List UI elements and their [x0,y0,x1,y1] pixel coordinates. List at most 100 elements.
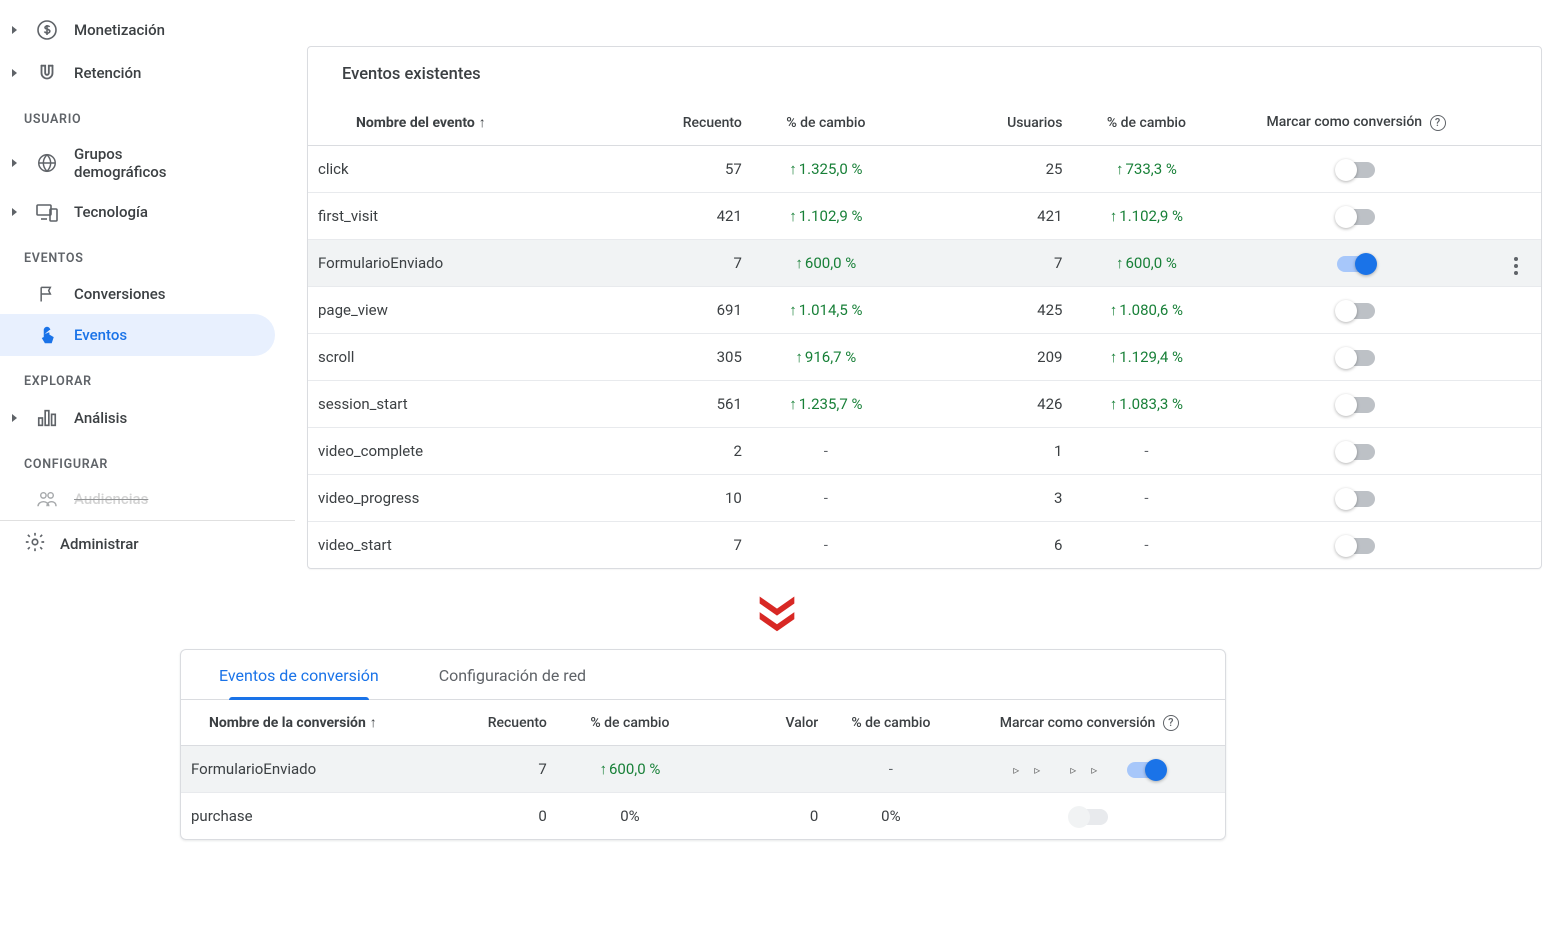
sidebar-item-label: Retención [74,64,141,82]
events-title: Eventos existentes [308,47,1541,100]
chevron-right-icon [10,207,20,217]
conversion-toggle[interactable] [1337,538,1375,554]
table-row[interactable]: FormularioEnviado 7 600,0 % 7 600,0 % [308,240,1541,287]
conversion-toggle[interactable] [1337,397,1375,413]
more-icon[interactable] [1514,264,1518,268]
col-conv-value[interactable]: Valor [703,700,828,746]
no-change: - [824,489,828,507]
col-count[interactable]: Recuento [653,100,752,146]
table-row[interactable]: video_complete 2 - 1 - [308,428,1541,475]
table-row[interactable]: session_start 561 1.235,7 % 426 1.083,3 … [308,381,1541,428]
change-flat: 0% [881,807,900,825]
no-change: - [824,536,828,554]
conversion-toggle[interactable] [1337,350,1375,366]
conversion-toggle[interactable] [1337,162,1375,178]
table-row[interactable]: page_view 691 1.014,5 % 425 1.080,6 % [308,287,1541,334]
tab-configuracion-red[interactable]: Configuración de red [439,666,586,699]
col-users[interactable]: Usuarios [900,100,1073,146]
dollar-icon [34,18,60,42]
col-conv-change2[interactable]: % de cambio [828,700,953,746]
change-up: 916,7 % [795,348,856,366]
sidebar-item-label: Eventos [74,326,127,344]
sidebar-item-tecnologia[interactable]: Tecnología [0,191,275,233]
no-change: - [1144,536,1148,554]
conversion-toggle[interactable] [1127,762,1165,778]
conversion-toggle[interactable] [1337,444,1375,460]
section-header-eventos: EVENTOS [0,233,295,274]
conversion-name: purchase [181,793,452,840]
col-conv-change1[interactable]: % de cambio [557,700,703,746]
conversions-card: Eventos de conversión Configuración de r… [180,649,1226,840]
cursor-cluster-icon: ▹ ▹▹ ▹ [1013,760,1127,778]
chevron-right-icon [10,413,20,423]
conversion-name: FormularioEnviado [181,746,452,793]
section-header-explorar: EXPLORAR [0,356,295,397]
gear-icon [24,531,46,557]
sidebar-item-grupos-demograficos[interactable]: Grupos demográficos [0,135,275,191]
conversion-toggle [1070,809,1108,825]
col-change1[interactable]: % de cambio [752,100,900,146]
help-icon[interactable]: ? [1430,115,1446,131]
event-name: scroll [308,334,653,381]
event-name: click [308,146,653,193]
col-name[interactable]: Nombre del evento↑ [308,100,653,146]
no-change: - [889,760,893,778]
sidebar-item-label: Conversiones [74,285,166,303]
conversion-toggle[interactable] [1337,303,1375,319]
event-users: 6 [900,522,1073,569]
event-users: 25 [900,146,1073,193]
table-row[interactable]: purchase 0 0% 0 0% [181,793,1225,840]
change-up: 600,0 % [1116,254,1177,272]
sidebar-item-label: Monetización [74,21,165,39]
sort-ascending-icon: ↑ [479,114,486,131]
change-up: 1.235,7 % [789,395,862,413]
conversion-toggle[interactable] [1337,256,1375,272]
table-row[interactable]: first_visit 421 1.102,9 % 421 1.102,9 % [308,193,1541,240]
table-row[interactable]: video_start 7 - 6 - [308,522,1541,569]
change-up: 1.080,6 % [1110,301,1183,319]
event-count: 561 [653,381,752,428]
event-count: 421 [653,193,752,240]
conversion-toggle[interactable] [1337,209,1375,225]
sort-ascending-icon: ↑ [370,714,377,731]
conversions-table: Nombre de la conversión↑ Recuento % de c… [181,700,1225,839]
change-up: 733,3 % [1116,160,1177,178]
event-count: 7 [653,240,752,287]
change-up: 1.014,5 % [789,301,862,319]
main: Eventos existentes Nombre del evento↑ Re… [295,0,1554,569]
no-change: - [1144,489,1148,507]
sidebar-item-monetizacion[interactable]: Monetización [0,8,275,52]
sidebar-item-retencion[interactable]: Retención [0,52,275,94]
table-row[interactable]: FormularioEnviado 7 600,0 % - ▹ ▹▹ ▹ [181,746,1225,793]
col-conv-name[interactable]: Nombre de la conversión↑ [181,700,452,746]
col-change2[interactable]: % de cambio [1072,100,1220,146]
flag-icon [34,284,60,304]
table-row[interactable]: click 57 1.325,0 % 25 733,3 % [308,146,1541,193]
tab-eventos-conversion[interactable]: Eventos de conversión [219,666,379,699]
table-row[interactable]: scroll 305 916,7 % 209 1.129,4 % [308,334,1541,381]
chevron-right-icon [10,25,20,35]
event-name: video_progress [308,475,653,522]
table-row[interactable]: video_progress 10 - 3 - [308,475,1541,522]
globe-icon [34,152,60,174]
sidebar-item-audiencias[interactable]: Audiencias [0,480,275,518]
col-conv-count[interactable]: Recuento [452,700,556,746]
people-icon [34,490,60,508]
sidebar-item-analisis[interactable]: Análisis [0,397,275,439]
chart-icon [34,407,60,429]
sidebar-item-administrar[interactable]: Administrar [0,521,295,567]
event-users: 421 [900,193,1073,240]
conversion-value [703,746,828,793]
event-name: FormularioEnviado [308,240,653,287]
sidebar-item-label: Administrar [60,535,139,553]
conversion-toggle[interactable] [1337,491,1375,507]
no-change: - [824,442,828,460]
sidebar-item-conversiones[interactable]: Conversiones [0,274,275,314]
event-users: 1 [900,428,1073,475]
conversion-value: 0 [703,793,828,840]
event-count: 57 [653,146,752,193]
event-name: video_complete [308,428,653,475]
help-icon[interactable]: ? [1163,715,1179,731]
event-users: 7 [900,240,1073,287]
sidebar-item-eventos[interactable]: Eventos [0,314,275,356]
